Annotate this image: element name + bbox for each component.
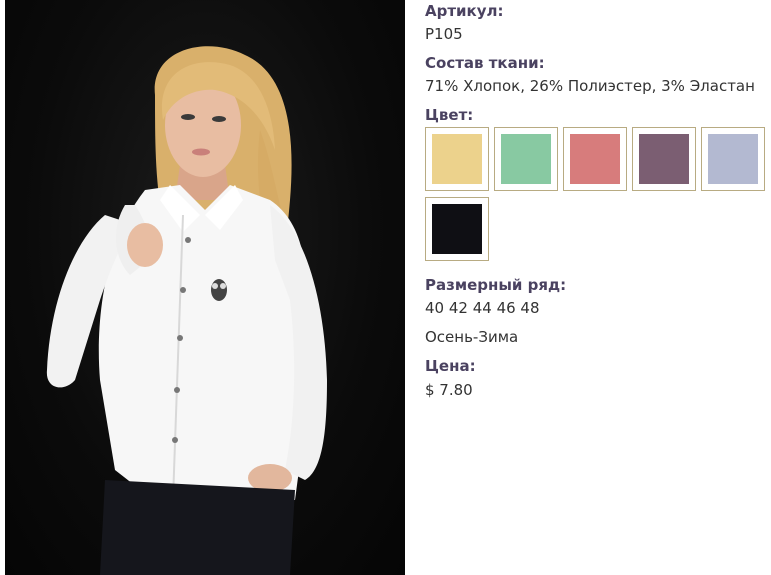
- color-swatch-lavender-grey[interactable]: [701, 127, 765, 191]
- fabric-value: 71% Хлопок, 26% Полиэстер, 3% Эластан: [425, 77, 755, 95]
- color-swatch-yellow[interactable]: [425, 127, 489, 191]
- article-label: Артикул:: [425, 2, 504, 20]
- size-value: 40 42 44 46 48: [425, 299, 540, 317]
- price-label: Цена:: [425, 357, 476, 375]
- product-photo: [5, 0, 405, 575]
- color-swatch-plum[interactable]: [632, 127, 696, 191]
- color-label: Цвет:: [425, 106, 474, 124]
- swatch-fill: [432, 134, 482, 184]
- color-swatch-black[interactable]: [425, 197, 489, 261]
- swatch-fill: [639, 134, 689, 184]
- size-label: Размерный ряд:: [425, 276, 567, 294]
- swatch-fill: [570, 134, 620, 184]
- color-swatch-coral[interactable]: [563, 127, 627, 191]
- fabric-label: Состав ткани:: [425, 54, 545, 72]
- swatch-fill: [432, 204, 482, 254]
- swatch-fill: [708, 134, 758, 184]
- model-image: [46, 46, 327, 575]
- swatch-fill: [501, 134, 551, 184]
- season-value: Осень-Зима: [425, 328, 519, 346]
- color-swatch-mint[interactable]: [494, 127, 558, 191]
- price-value: $ 7.80: [425, 381, 473, 399]
- article-value: P105: [425, 25, 463, 43]
